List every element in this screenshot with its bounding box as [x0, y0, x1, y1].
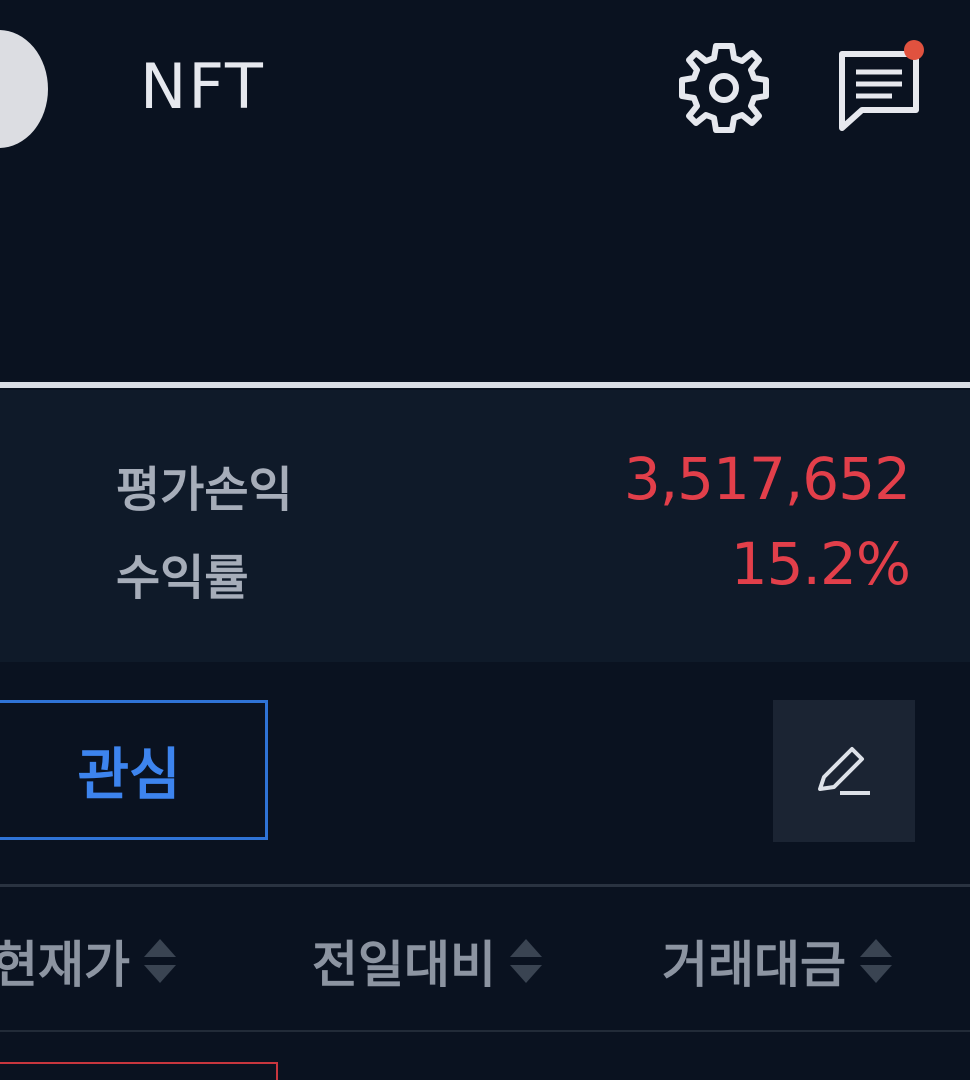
header-divider — [0, 1030, 970, 1032]
return-rate-value: 15.2% — [730, 530, 911, 598]
pencil-icon — [818, 747, 870, 795]
gear-icon — [679, 43, 769, 133]
notification-dot — [904, 40, 924, 60]
messages-button[interactable] — [834, 40, 930, 136]
app-screen: NFT 평가손익 3,517,652 수익률 15.2% 관심 현재가 전일대비… — [0, 0, 970, 1080]
profit-loss-label: 평가손익 — [116, 462, 293, 518]
tab-watchlist[interactable]: 관심 — [0, 700, 268, 840]
page-title: NFT — [140, 50, 265, 123]
sort-icon — [144, 939, 176, 983]
settings-button[interactable] — [676, 40, 772, 136]
column-header-volume[interactable]: 거래대금 — [662, 926, 896, 996]
sort-icon — [860, 939, 892, 983]
column-header-price[interactable]: 현재가 — [0, 926, 180, 996]
profit-loss-value: 3,517,652 — [623, 445, 911, 513]
return-rate-label: 수익률 — [116, 550, 249, 606]
tabs-divider — [0, 884, 970, 887]
top-header: NFT — [0, 0, 970, 180]
column-label: 현재가 — [0, 936, 130, 994]
portfolio-summary: 평가손익 3,517,652 수익률 15.2% — [0, 390, 970, 662]
sort-icon — [510, 939, 542, 983]
column-label: 거래대금 — [662, 936, 846, 994]
section-divider — [0, 382, 970, 388]
edit-button[interactable] — [773, 700, 915, 842]
column-header-change[interactable]: 전일대비 — [312, 926, 546, 996]
column-label: 전일대비 — [312, 936, 496, 994]
avatar[interactable] — [0, 30, 48, 148]
table-row[interactable] — [0, 1062, 278, 1080]
